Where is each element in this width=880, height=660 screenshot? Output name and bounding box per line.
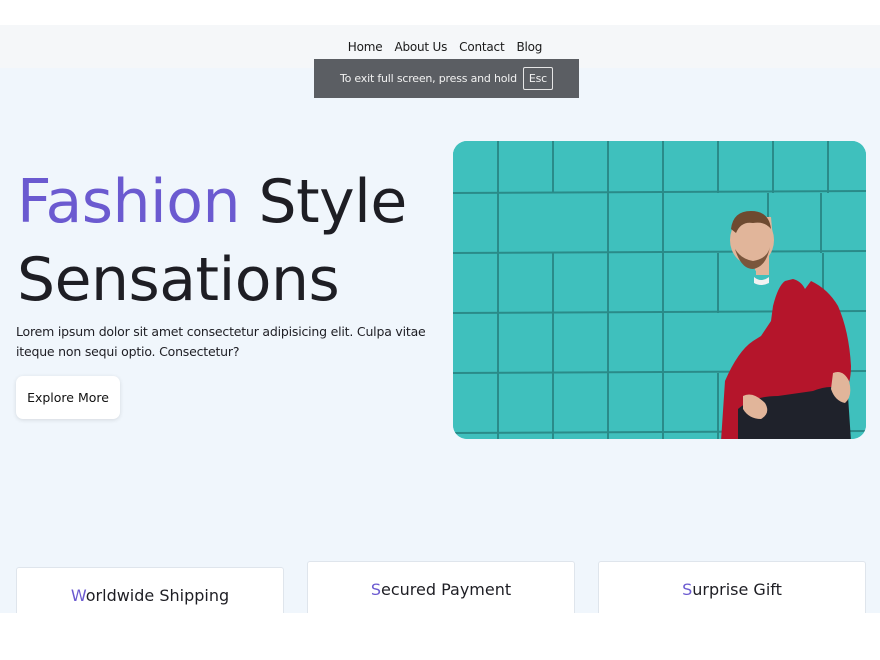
page-viewport: Home About Us Contact Blog To exit full … (0, 25, 880, 613)
feature-card-surprise-gift: Surprise Gift (598, 561, 866, 613)
hero-image (453, 141, 866, 439)
man-in-red-sweater-photo-icon (453, 141, 866, 439)
explore-more-button[interactable]: Explore More (16, 376, 120, 419)
feature-title: Surprise Gift (682, 580, 782, 613)
feature-title-rest: urprise Gift (692, 580, 782, 599)
feature-initial: S (370, 580, 381, 599)
hero-title: Fashion Style Sensations (17, 163, 407, 319)
hero-title-line2: Sensations (17, 245, 340, 315)
nav-link-contact[interactable]: Contact (459, 40, 504, 54)
feature-card-secured-payment: Secured Payment (307, 561, 575, 613)
feature-initial: S (682, 580, 693, 599)
feature-card-worldwide-shipping: Worldwide Shipping (16, 567, 284, 613)
feature-title-rest: orldwide Shipping (85, 586, 230, 605)
hero-title-word: Style (258, 167, 408, 237)
esc-key-hint: Esc (522, 67, 554, 90)
feature-title: Worldwide Shipping (71, 586, 229, 613)
nav-link-home[interactable]: Home (348, 40, 383, 54)
feature-title-rest: ecured Payment (381, 580, 512, 599)
hero-title-accent: Fashion (17, 167, 240, 237)
fullscreen-exit-notice: To exit full screen, press and hold Esc (314, 59, 579, 98)
feature-initial: W (70, 586, 86, 605)
feature-title: Secured Payment (371, 580, 511, 613)
nav-link-about-us[interactable]: About Us (394, 40, 447, 54)
fullscreen-notice-text: To exit full screen, press and hold (339, 72, 517, 85)
nav-link-blog[interactable]: Blog (516, 40, 542, 54)
hero-description: Lorem ipsum dolor sit amet consectetur a… (16, 324, 426, 359)
